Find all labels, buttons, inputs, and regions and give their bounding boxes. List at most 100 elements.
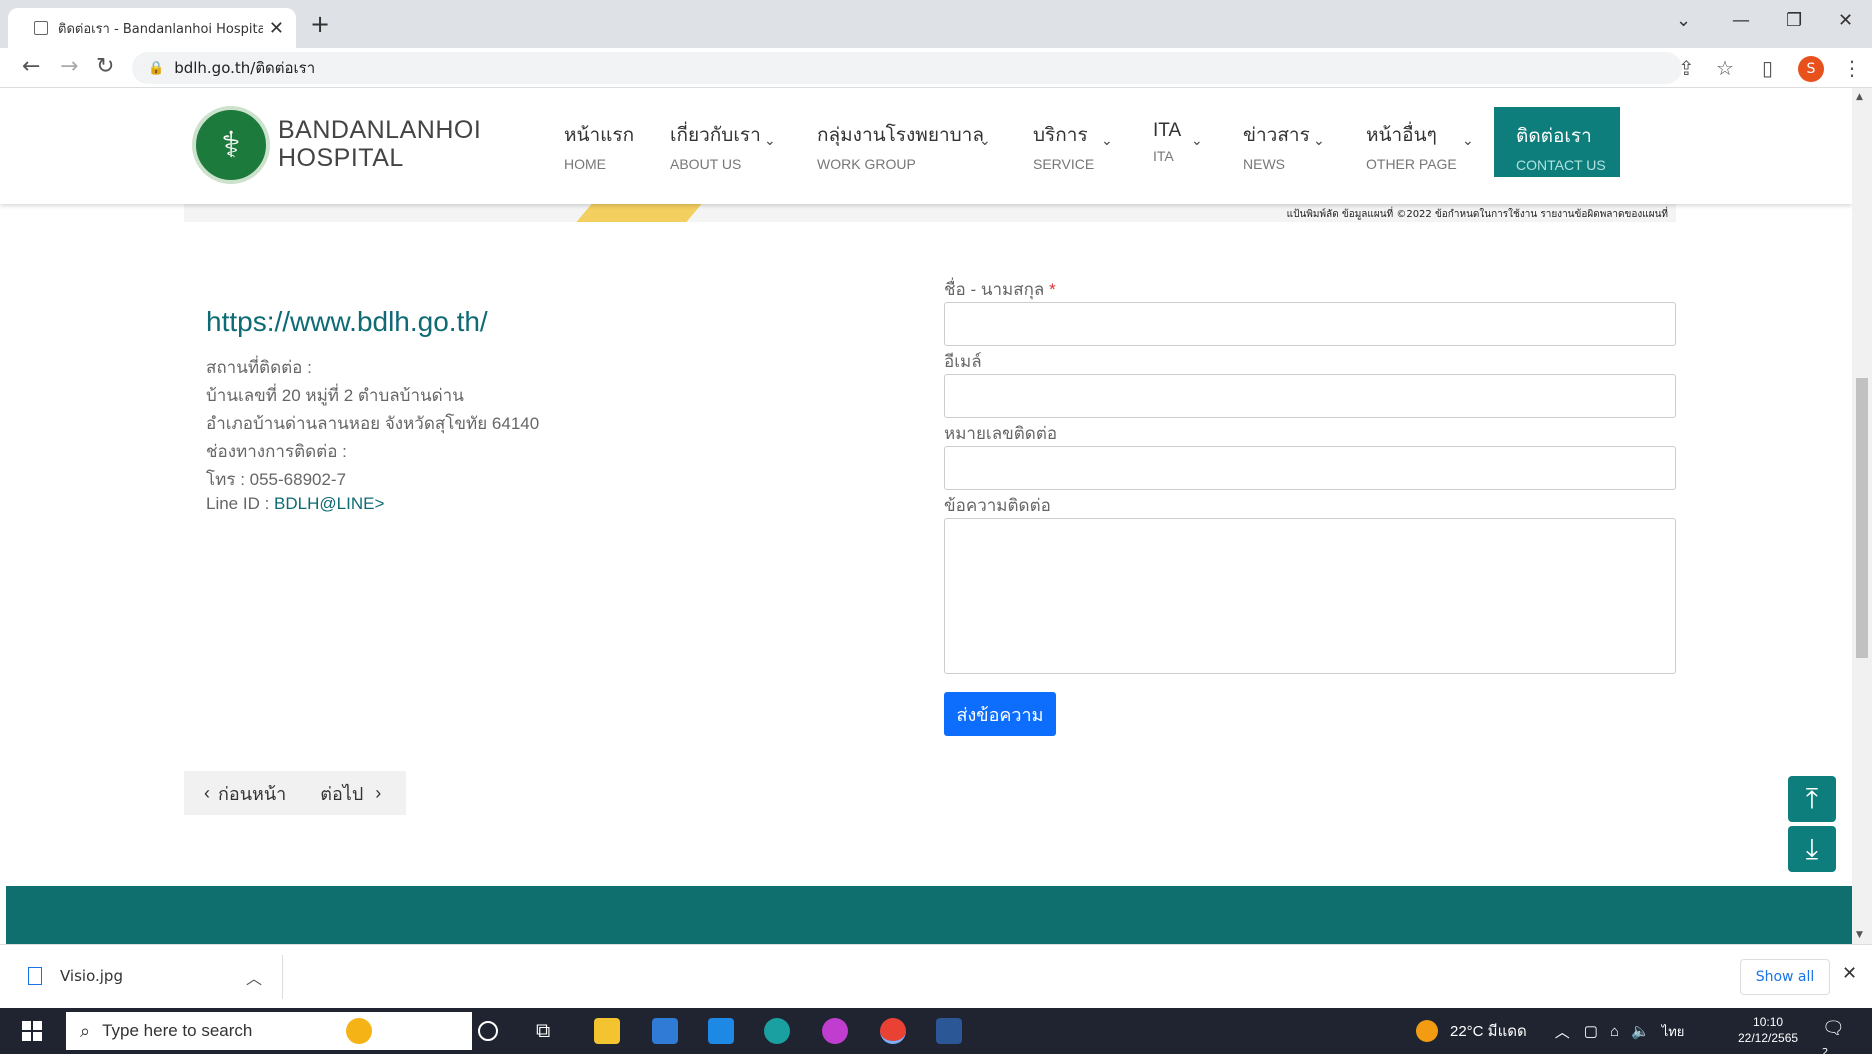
map-road	[576, 204, 702, 222]
message-label: ข้อความติดต่อ	[944, 496, 1051, 515]
nav-item-other[interactable]: หน้าอื่นๆ OTHER PAGE ⌄	[1366, 120, 1474, 172]
browser-tab[interactable]: ติดต่อเรา - Bandanlanhoi Hospital ✕	[8, 8, 296, 48]
next-page-link[interactable]: ต่อไป	[320, 779, 363, 808]
chrome-icon[interactable]	[880, 1018, 906, 1044]
speaker-icon[interactable]: 🔈	[1631, 1022, 1650, 1040]
browser-tabstrip: ติดต่อเรา - Bandanlanhoi Hospital ✕ + ⌄ …	[0, 0, 1872, 48]
nav-item-contact[interactable]: ติดต่อเรา CONTACT US	[1494, 107, 1620, 177]
download-item[interactable]: Visio.jpg	[28, 967, 123, 985]
embedded-map[interactable]: แป้นพิมพ์ลัด ข้อมูลแผนที่ ©2022 ข้อกำหนด…	[184, 204, 1676, 222]
back-icon[interactable]: ←	[22, 54, 40, 79]
map-attribution[interactable]: แป้นพิมพ์ลัด ข้อมูลแผนที่ ©2022 ข้อกำหนด…	[1287, 207, 1668, 222]
tray-overflow-icon[interactable]: ︿	[1555, 1021, 1570, 1042]
phone-field[interactable]	[944, 446, 1676, 490]
profile-avatar[interactable]: S	[1798, 56, 1824, 82]
nav-item-workgroup[interactable]: กลุ่มงานโรงพยาบาล WORK GROUP ⌄	[817, 120, 991, 172]
share-icon[interactable]: ⇪	[1678, 56, 1695, 80]
network-icon[interactable]: ⌂	[1610, 1023, 1619, 1040]
page-scrollbar[interactable]: ▲ ▼	[1852, 88, 1872, 944]
task-view-icon[interactable]: ⧉	[536, 1018, 562, 1044]
email-label: อีเมล์	[944, 352, 982, 371]
cortana-icon[interactable]	[478, 1021, 498, 1041]
minimize-icon[interactable]: —	[1732, 10, 1750, 31]
weather-text[interactable]: 22°C มีแดด	[1450, 1019, 1527, 1043]
clock-date: 22/12/2565	[1738, 1031, 1799, 1045]
mail-icon[interactable]	[708, 1018, 734, 1044]
channel-label: ช่องทางการติดต่อ :	[206, 442, 347, 461]
scroll-to-top-button[interactable]: ⤒	[1788, 776, 1836, 822]
chevron-down-icon: ⌄	[979, 132, 991, 148]
location-label: สถานที่ติดต่อ :	[206, 358, 312, 377]
file-icon	[28, 967, 42, 985]
chevron-down-icon: ⌄	[764, 132, 776, 148]
download-filename: Visio.jpg	[60, 967, 123, 985]
post-pager: ‹ ก่อนหน้า ต่อไป ›	[184, 771, 406, 815]
reload-icon[interactable]: ↻	[96, 54, 114, 79]
chevron-up-icon[interactable]: ︿	[246, 965, 262, 989]
window-close-icon[interactable]: ✕	[1838, 10, 1853, 31]
brand-line2: HOSPITAL	[278, 144, 404, 172]
site-favicon-icon	[34, 21, 48, 35]
page-viewport: ⚕ BANDANLANHOI HOSPITAL หน้าแรก HOME เกี…	[0, 88, 1852, 944]
site-url-heading[interactable]: https://www.bdlh.go.th/	[206, 306, 488, 338]
submit-message-button[interactable]: ส่งข้อความ	[944, 692, 1056, 736]
tab-search-icon[interactable]: ⌄	[1676, 10, 1691, 31]
nav-item-news[interactable]: ข่าวสาร NEWS ⌄	[1243, 120, 1325, 172]
download-bar: Visio.jpg ︿ Show all ✕	[0, 944, 1872, 1008]
nav-item-label: ข่าวสาร	[1243, 125, 1310, 146]
taskbar-clock[interactable]: 10:10 22/12/2565	[1738, 1014, 1798, 1046]
search-placeholder: Type here to search	[102, 1021, 253, 1040]
scrollbar-thumb[interactable]	[1856, 378, 1868, 658]
brand-line1: BANDANLANHOI	[278, 116, 482, 144]
scroll-down-arrow-icon[interactable]: ▼	[1856, 930, 1863, 940]
nav-item-sublabel: OTHER PAGE	[1366, 156, 1457, 172]
bookmark-star-icon[interactable]: ☆	[1716, 56, 1734, 80]
scroll-up-arrow-icon[interactable]: ▲	[1856, 92, 1863, 102]
nav-item-label: ติดต่อเรา	[1516, 126, 1592, 147]
name-field[interactable]	[944, 302, 1676, 346]
file-explorer-icon[interactable]	[594, 1018, 620, 1044]
nav-item-ita[interactable]: ITA ITA ⌄	[1153, 120, 1203, 164]
weather-sun-icon[interactable]	[1416, 1020, 1438, 1042]
message-textarea[interactable]	[944, 518, 1676, 674]
prev-page-link[interactable]: ก่อนหน้า	[218, 779, 286, 808]
close-download-bar-icon[interactable]: ✕	[1842, 963, 1857, 984]
app-icon[interactable]	[822, 1018, 848, 1044]
required-mark: *	[1049, 280, 1056, 299]
email-field[interactable]	[944, 374, 1676, 418]
nav-item-about[interactable]: เกี่ยวกับเรา ABOUT US ⌄	[670, 120, 776, 172]
store-icon[interactable]	[652, 1018, 678, 1044]
word-icon[interactable]	[936, 1018, 962, 1044]
phone-label: หมายเลขติดต่อ	[944, 424, 1058, 443]
meet-now-icon[interactable]: ▢	[1584, 1022, 1598, 1040]
phone-number: โทร : 055-68902-7	[206, 470, 347, 489]
address-bar[interactable]: 🔒 bdlh.go.th/ติดต่อเรา	[132, 52, 1682, 84]
nav-item-sublabel: CONTACT US	[1516, 157, 1606, 173]
hospital-logo-icon[interactable]: ⚕	[192, 106, 270, 184]
tab-close-icon[interactable]: ✕	[269, 18, 284, 39]
nav-item-label: หน้าแรก	[564, 125, 635, 146]
notification-count: 2	[1822, 1047, 1829, 1058]
edge-icon[interactable]	[764, 1018, 790, 1044]
chevron-right-icon[interactable]: ›	[375, 783, 381, 804]
side-panel-icon[interactable]: ▯	[1762, 56, 1773, 80]
nav-item-home[interactable]: หน้าแรก HOME	[564, 120, 634, 172]
input-language[interactable]: ไทย	[1662, 1021, 1685, 1042]
line-id-link[interactable]: BDLH@LINE>	[274, 494, 384, 513]
scroll-to-bottom-button[interactable]: ⤓	[1788, 826, 1836, 872]
chevron-left-icon[interactable]: ‹	[204, 783, 210, 804]
windows-start-icon[interactable]	[22, 1021, 42, 1041]
show-all-button[interactable]: Show all	[1740, 959, 1830, 995]
menu-kebab-icon[interactable]: ⋮	[1842, 56, 1862, 80]
notification-icon[interactable]: 🗨2	[1822, 1018, 1848, 1058]
site-brand[interactable]: BANDANLANHOI HOSPITAL	[278, 116, 481, 172]
line-id-prefix: Line ID :	[206, 494, 275, 513]
site-header: ⚕ BANDANLANHOI HOSPITAL หน้าแรก HOME เกี…	[0, 88, 1852, 204]
new-tab-button[interactable]: +	[310, 10, 330, 38]
nav-item-label: หน้าอื่นๆ	[1366, 125, 1437, 146]
site-footer	[6, 886, 1852, 944]
forward-icon[interactable]: →	[60, 54, 78, 79]
nav-item-service[interactable]: บริการ SERVICE ⌄	[1033, 120, 1113, 172]
taskbar-search-box[interactable]: ⌕ Type here to search	[66, 1012, 472, 1050]
restore-icon[interactable]: ❐	[1786, 10, 1802, 31]
